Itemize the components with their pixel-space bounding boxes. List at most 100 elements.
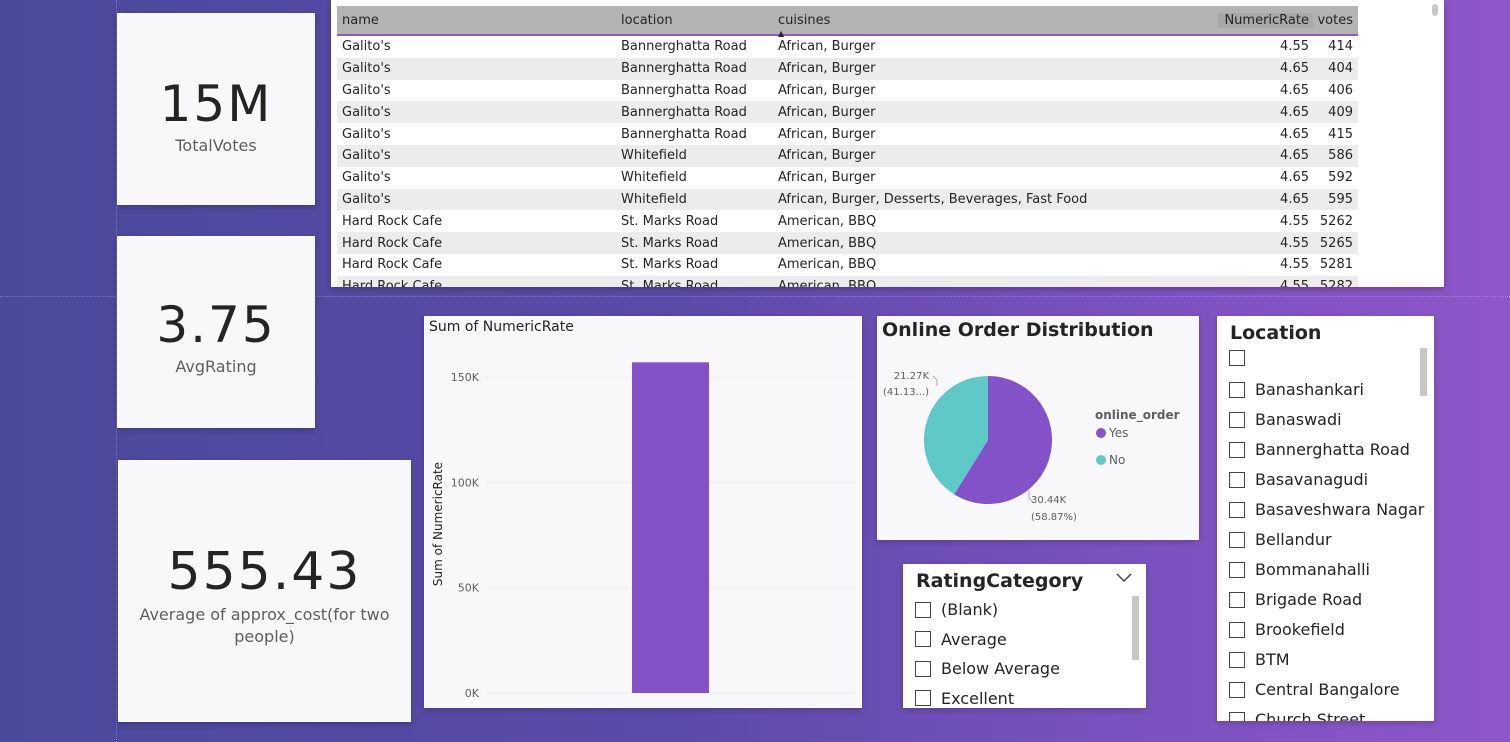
cell-name: Galito's xyxy=(342,126,391,142)
cell-cuisines: African, Burger xyxy=(778,82,876,98)
cell-cuisines: African, Burger xyxy=(778,61,876,77)
checkbox[interactable] xyxy=(915,631,931,648)
checkbox[interactable] xyxy=(1229,411,1245,428)
checkbox[interactable] xyxy=(1229,681,1245,698)
cell-name: Galito's xyxy=(342,104,391,120)
checkbox[interactable] xyxy=(1229,651,1245,668)
checkbox[interactable] xyxy=(1229,381,1245,398)
location-slicer[interactable]: Location Banashankari Banaswadi Bannerghat… xyxy=(1217,316,1434,721)
cell-location: Whitefield xyxy=(621,170,687,186)
restaurant-table[interactable]: name location cuisines ▲ NumericRate vot… xyxy=(331,0,1444,287)
column-header-name[interactable]: name xyxy=(337,13,616,28)
column-header-numericrate[interactable]: NumericRate xyxy=(1218,12,1313,28)
table-row[interactable]: Hard Rock Cafe St. Marks Road American, BB… xyxy=(337,232,1358,254)
slicer-item[interactable]: Bannerghatta Road xyxy=(1229,440,1410,459)
slicer-item[interactable]: BTM xyxy=(1229,650,1290,669)
cell-numericrate: 4.55 xyxy=(1280,213,1309,229)
column-header-location[interactable]: location xyxy=(616,13,773,28)
checkbox[interactable] xyxy=(1229,711,1245,721)
rating-slicer-scrollbar[interactable] xyxy=(1132,596,1139,660)
avg-cost-value: 555.43 xyxy=(167,542,362,602)
cell-name: Hard Rock Cafe xyxy=(342,235,443,251)
table-row[interactable]: Galito's Whitefield African, Burger 4.65 586 xyxy=(337,144,1358,167)
rating-category-slicer[interactable]: RatingCategory (Blank) Average Below Avera… xyxy=(903,564,1146,708)
pie-chart-visual[interactable]: Online Order Distribution 30.44K (58.87%)… xyxy=(877,316,1199,540)
checkbox[interactable] xyxy=(1229,501,1245,518)
checkbox[interactable] xyxy=(915,601,931,618)
table-row[interactable]: Galito's Whitefield African, Burger 4.65 592 xyxy=(337,167,1358,189)
slicer-item-label: Church Street xyxy=(1255,710,1366,721)
sort-ascending-icon: ▲ xyxy=(778,28,785,38)
table-row[interactable]: Hard Rock Cafe St. Marks Road American, BB… xyxy=(337,275,1358,287)
legend-marker xyxy=(1096,428,1106,438)
slicer-item[interactable] xyxy=(1229,350,1255,366)
slicer-item[interactable]: (Blank) xyxy=(915,600,998,619)
slicer-item[interactable]: Basavanagudi xyxy=(1229,470,1368,489)
slicer-item[interactable]: Below Average xyxy=(915,659,1060,678)
checkbox[interactable] xyxy=(1229,591,1245,608)
checkbox[interactable] xyxy=(1229,561,1245,578)
cell-votes: 5265 xyxy=(1319,235,1353,251)
cell-name: Galito's xyxy=(342,39,391,55)
checkbox[interactable] xyxy=(1229,350,1245,366)
table-scrollbar[interactable] xyxy=(1432,4,1438,16)
chevron-down-icon[interactable] xyxy=(1115,572,1133,584)
cell-location: Whitefield xyxy=(621,191,687,207)
slicer-item[interactable]: Basaveshwara Nagar xyxy=(1229,500,1424,519)
cell-numericrate: 4.65 xyxy=(1280,104,1309,120)
slicer-item-label: Brookefield xyxy=(1255,620,1345,639)
cell-name: Galito's xyxy=(342,170,391,186)
checkbox[interactable] xyxy=(915,660,931,677)
checkbox[interactable] xyxy=(1229,531,1245,548)
total-votes-label: TotalVotes xyxy=(175,136,257,155)
cell-location: St. Marks Road xyxy=(621,257,719,273)
slicer-item-label: Average xyxy=(941,629,1007,649)
checkbox[interactable] xyxy=(915,690,931,707)
pie-chart: 30.44K (58.87%) 21.27K (41.13...) online_ord… xyxy=(883,371,1180,523)
slicer-item[interactable]: Average xyxy=(915,630,1007,649)
location-slicer-title: Location xyxy=(1230,322,1322,344)
column-header-cuisines[interactable]: cuisines ▲ xyxy=(773,13,1218,38)
table-row[interactable]: Galito's Whitefield African, Burger, Desse… xyxy=(337,188,1358,211)
table-row[interactable]: Galito's Bannerghatta Road African, Burger… xyxy=(337,57,1358,80)
slicer-item[interactable]: Bommanahalli xyxy=(1229,560,1370,579)
table-row[interactable]: Galito's Bannerghatta Road African, Burger… xyxy=(337,123,1358,145)
slicer-item[interactable]: Central Bangalore xyxy=(1229,680,1400,699)
slicer-item[interactable]: Banashankari xyxy=(1229,380,1364,399)
slicer-item-label: Banaswadi xyxy=(1255,410,1342,429)
slicer-item[interactable]: Bellandur xyxy=(1229,530,1332,549)
y-tick-label: 0K xyxy=(465,687,480,700)
table-row[interactable]: Galito's Bannerghatta Road African, Burger… xyxy=(337,101,1358,124)
table-row[interactable]: Galito's Bannerghatta Road African, Burger… xyxy=(337,80,1358,102)
y-tick-label: 100K xyxy=(451,476,480,489)
table-row[interactable]: Galito's Bannerghatta Road African, Burger… xyxy=(337,36,1358,58)
cell-votes: 415 xyxy=(1328,126,1353,142)
cell-name: Galito's xyxy=(342,82,391,98)
cell-numericrate: 4.65 xyxy=(1280,170,1309,186)
slicer-item[interactable]: Excellent xyxy=(915,689,1014,708)
checkbox[interactable] xyxy=(1229,471,1245,488)
data-label: 30.44K xyxy=(1031,495,1067,506)
avg-rating-card[interactable]: 3.75 AvgRating xyxy=(117,236,315,428)
location-slicer-scrollbar[interactable] xyxy=(1420,348,1427,396)
checkbox[interactable] xyxy=(1229,441,1245,458)
cell-name: Galito's xyxy=(342,191,391,207)
checkbox[interactable] xyxy=(1229,621,1245,638)
table-row[interactable]: Hard Rock Cafe St. Marks Road American, BB… xyxy=(337,254,1358,276)
y-axis-label: Sum of NumericRate xyxy=(431,462,445,586)
slicer-item-label: Central Bangalore xyxy=(1255,680,1400,699)
slicer-item[interactable]: Church Street xyxy=(1229,710,1365,721)
slicer-item[interactable]: Brookefield xyxy=(1229,620,1345,639)
column-header-votes[interactable]: votes xyxy=(1313,13,1358,28)
table-row[interactable]: Hard Rock Cafe St. Marks Road American, BB… xyxy=(337,210,1358,232)
slicer-item[interactable]: Brigade Road xyxy=(1229,590,1362,609)
bar-chart: 0K 50K 100K 150K Sum of NumericRate xyxy=(431,362,856,700)
cell-cuisines: African, Burger xyxy=(778,126,876,142)
cell-location: St. Marks Road xyxy=(621,279,719,287)
bar-chart-visual[interactable]: Sum of NumericRate 0K 50K 100K 150K Sum of N… xyxy=(424,316,862,708)
avg-cost-card[interactable]: 555.43 Average of approx_cost(for two pe… xyxy=(118,460,411,722)
total-votes-card[interactable]: 15M TotalVotes xyxy=(117,13,315,205)
slicer-item-label: Below Average xyxy=(941,659,1060,679)
cell-votes: 414 xyxy=(1328,39,1353,55)
slicer-item[interactable]: Banaswadi xyxy=(1229,410,1342,429)
